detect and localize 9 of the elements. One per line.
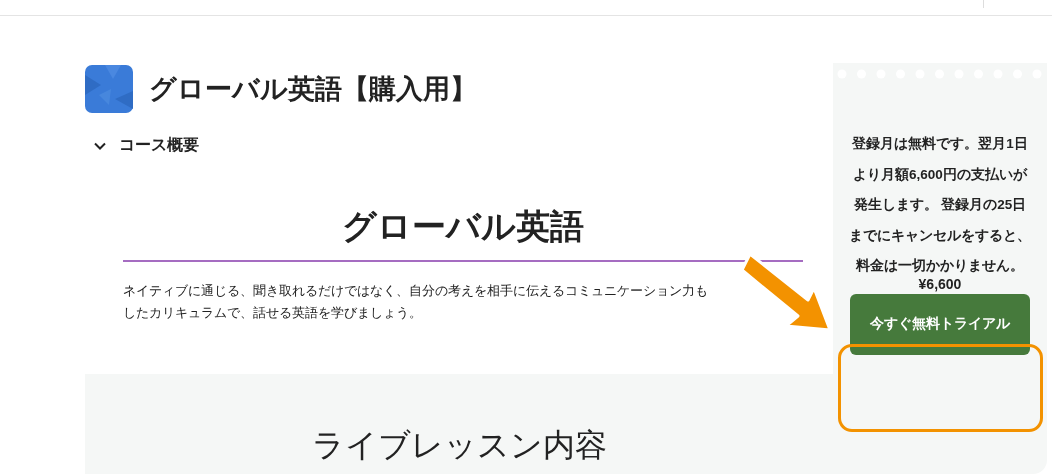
overview-toggle[interactable]: コース概要 — [93, 135, 199, 156]
course-title: グローバル英語【購入用】 — [149, 73, 477, 106]
article-paragraph: ネイティブに通じる、聞き取れるだけではなく、自分の考えを相手に伝えるコミュニケーション力も したカリキュラムで、話せる英語を学びましょう。 — [123, 282, 709, 322]
article-heading: グローバル英語 — [123, 204, 803, 262]
trial-button[interactable]: 今すぐ無料トライアル — [850, 293, 1030, 355]
course-logo-icon — [85, 65, 133, 113]
price: ¥6,600 — [918, 275, 962, 292]
section-heading: ライブレッスン内容 — [311, 426, 607, 465]
pricing-notice: 登録月は無料です。翌月1日より月額6,600円の支払いが発生します。 登録月の25日までにキャンセルをすると、料金は一切かかりません。 — [848, 135, 1032, 275]
